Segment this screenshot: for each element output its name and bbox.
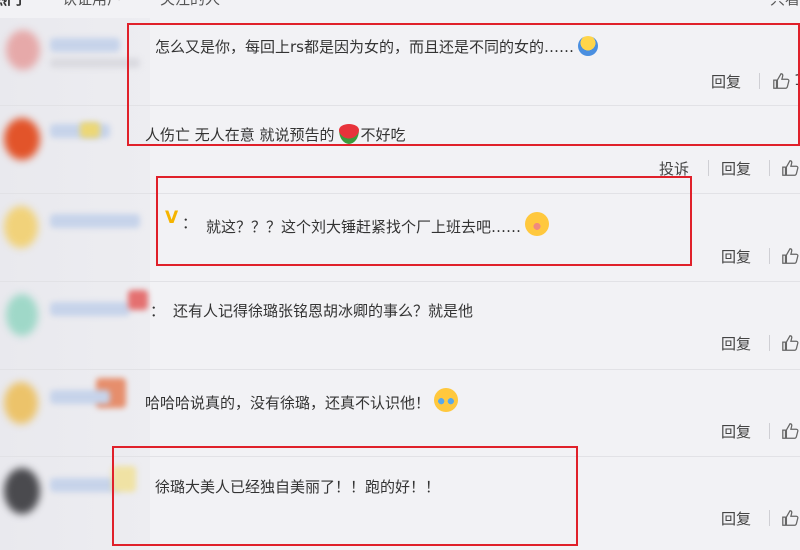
highlight-box xyxy=(112,446,578,546)
comment-text: 哈哈哈说真的，没有徐璐，还真不认识他！ xyxy=(145,388,459,413)
reply-button[interactable]: 回复 xyxy=(721,246,751,267)
comment-row: 哈哈哈说真的，没有徐璐，还真不认识他！ 回复 xyxy=(0,370,800,457)
reply-button[interactable]: 回复 xyxy=(721,508,751,529)
comment-text: 还有人记得徐璐张铭恩胡冰卿的事么？就是他 xyxy=(173,302,474,320)
thumbs-up-icon[interactable] xyxy=(781,159,799,177)
comment-row: ： 还有人记得徐璐张铭恩胡冰卿的事么？就是他 回复 xyxy=(0,282,800,370)
divider xyxy=(708,160,709,176)
divider xyxy=(769,248,770,264)
thumbs-up-icon[interactable] xyxy=(781,509,799,527)
divider xyxy=(769,160,770,176)
divider xyxy=(769,510,770,526)
thumbs-up-icon[interactable] xyxy=(781,422,799,440)
laughing-crying-emoji-icon xyxy=(434,388,459,412)
thumbs-up-icon[interactable] xyxy=(781,334,799,352)
reply-button[interactable]: 回复 xyxy=(721,333,751,354)
reply-button[interactable]: 回复 xyxy=(721,158,751,179)
reply-button[interactable]: 回复 xyxy=(721,421,751,442)
comment-prefix: ： xyxy=(150,302,166,320)
highlight-box xyxy=(156,176,692,266)
thumbs-up-icon[interactable] xyxy=(781,247,799,265)
divider xyxy=(769,423,770,439)
highlight-box xyxy=(127,23,800,146)
divider xyxy=(769,335,770,351)
